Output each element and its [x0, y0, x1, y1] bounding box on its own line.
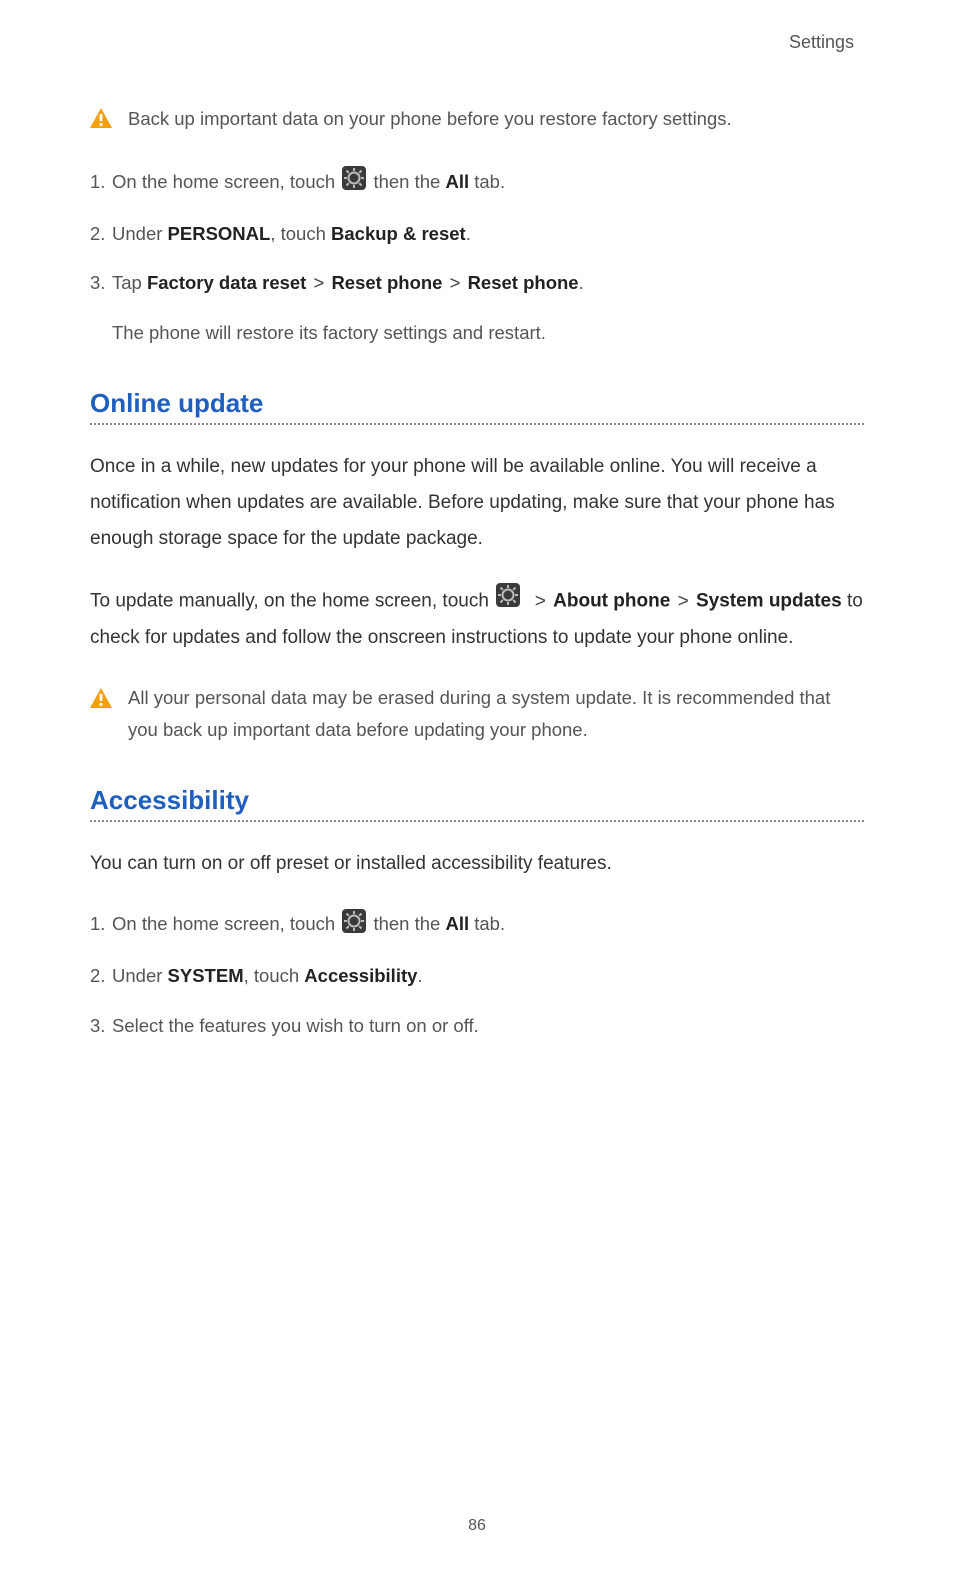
step-text: Under [112, 223, 168, 244]
warning-text: Back up important data on your phone bef… [128, 103, 864, 134]
bold-reset-phone: Reset phone [331, 272, 442, 293]
step-text: Tap [112, 272, 147, 293]
bold-all: All [445, 913, 469, 934]
step-text: then the [373, 913, 445, 934]
divider [90, 423, 864, 425]
step-a1: 1. On the home screen, touch then the Al… [90, 166, 864, 200]
bold-system: SYSTEM [168, 965, 244, 986]
step-followup: The phone will restore its factory setti… [112, 317, 864, 348]
settings-icon [342, 909, 366, 942]
breadcrumb-separator: > [533, 591, 548, 612]
accessibility-intro: You can turn on or off preset or install… [90, 846, 864, 882]
bold-reset-phone: Reset phone [468, 272, 579, 293]
step-text: . [579, 272, 584, 293]
step-text: Under [112, 965, 168, 986]
step-text: , touch [244, 965, 305, 986]
heading-accessibility: Accessibility [90, 785, 864, 816]
bold-factory-reset: Factory data reset [147, 272, 306, 293]
warning-backup-before-reset: Back up important data on your phone bef… [90, 103, 864, 138]
breadcrumb-separator: > [448, 272, 463, 293]
bold-backup-reset: Backup & reset [331, 223, 466, 244]
breadcrumb-separator: > [676, 591, 691, 612]
divider [90, 820, 864, 822]
step-a2: 2. Under PERSONAL, touch Backup & reset. [90, 218, 864, 249]
step-text: On the home screen, touch [112, 171, 340, 192]
step-text: tab. [469, 171, 505, 192]
warning-icon [90, 106, 112, 137]
heading-online-update: Online update [90, 388, 864, 419]
bold-system-updates: System updates [696, 591, 842, 612]
step-text: tab. [469, 913, 505, 934]
step-b3: 3. Select the features you wish to turn … [90, 1010, 864, 1041]
settings-icon [496, 583, 520, 620]
step-text: On the home screen, touch [112, 913, 340, 934]
bold-all: All [445, 171, 469, 192]
settings-icon [342, 166, 366, 199]
step-text: then the [373, 171, 445, 192]
step-text: Select the features you wish to turn on … [112, 1010, 864, 1041]
bold-personal: PERSONAL [168, 223, 271, 244]
warning-text: All your personal data may be erased dur… [128, 682, 864, 745]
step-b2: 2. Under SYSTEM, touch Accessibility. [90, 960, 864, 991]
online-update-manual: To update manually, on the home screen, … [90, 583, 864, 656]
step-text: . [466, 223, 471, 244]
breadcrumb-separator: > [311, 272, 326, 293]
warning-icon [90, 686, 112, 717]
step-text: . [417, 965, 422, 986]
bold-accessibility: Accessibility [304, 965, 417, 986]
page-content: Back up important data on your phone bef… [0, 53, 954, 1041]
step-b1: 1. On the home screen, touch then the Al… [90, 908, 864, 942]
bold-about-phone: About phone [553, 591, 670, 612]
online-update-intro: Once in a while, new updates for your ph… [90, 449, 864, 557]
warning-data-erased: All your personal data may be erased dur… [90, 682, 864, 745]
page-number: 86 [0, 1517, 954, 1535]
step-a3: 3. Tap Factory data reset > Reset phone … [90, 267, 864, 348]
step-text: , touch [270, 223, 331, 244]
para-text: To update manually, on the home screen, … [90, 591, 494, 612]
page-header: Settings [0, 0, 954, 53]
